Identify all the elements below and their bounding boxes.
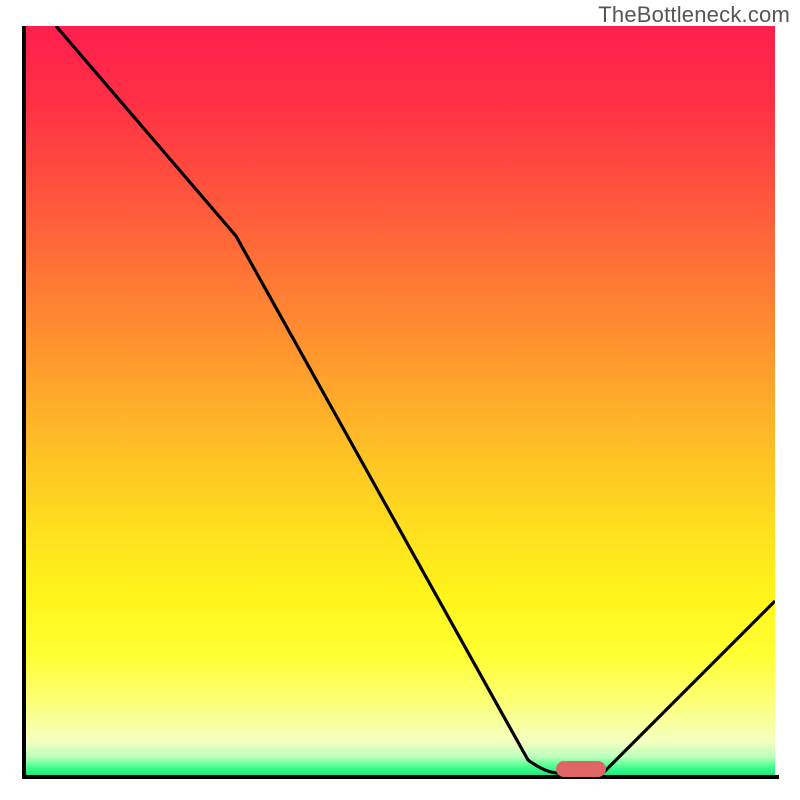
axis-x xyxy=(22,775,779,779)
optimal-marker xyxy=(556,761,606,777)
curve-path xyxy=(56,26,775,773)
chart-container: TheBottleneck.com xyxy=(0,0,800,800)
watermark-text: TheBottleneck.com xyxy=(598,2,790,28)
bottleneck-curve xyxy=(26,26,775,775)
